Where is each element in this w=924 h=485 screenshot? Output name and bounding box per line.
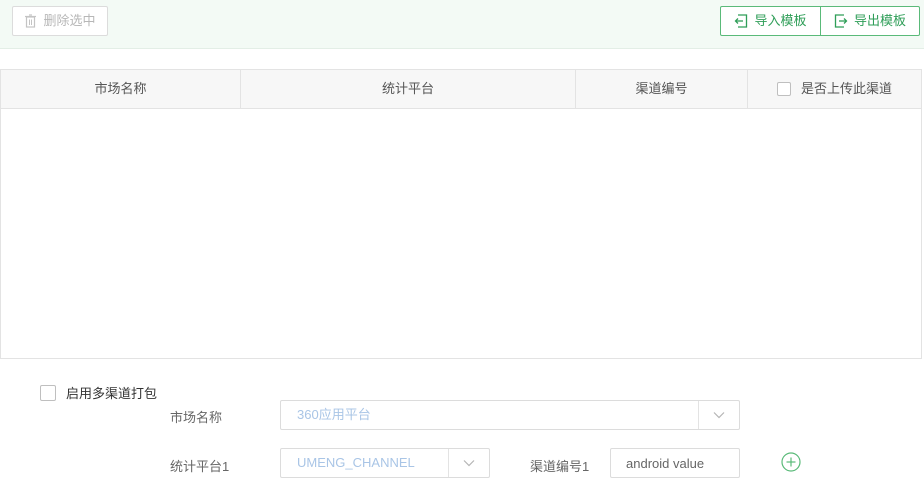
export-icon [834,14,848,28]
delete-selected-button[interactable]: 删除选中 [12,6,108,36]
enable-multichannel-label: 启用多渠道打包 [66,386,158,401]
column-header-market-name[interactable]: 市场名称 [1,70,241,108]
stats-platform-label: 统计平台1 [170,459,230,474]
enable-multichannel-row[interactable]: 启用多渠道打包 [40,383,157,402]
stats-platform-value: UMENG_CHANNEL [297,455,415,470]
chevron-down-icon[interactable] [448,449,489,477]
toolbar: 删除选中 导入模板 导出模板 [0,0,924,49]
export-template-button[interactable]: 导出模板 [820,6,920,36]
channel-number-label: 渠道编号1 [530,459,590,474]
column-header-stats-platform[interactable]: 统计平台 [241,70,576,108]
column-header-channel-number[interactable]: 渠道编号 [576,70,748,108]
import-template-label: 导入模板 [754,13,807,28]
column-header-upload-channel: 是否上传此渠道 [748,70,921,108]
add-circle-icon[interactable] [781,452,801,475]
market-name-select[interactable]: 360应用平台 [280,400,740,430]
column-header-upload-channel-label: 是否上传此渠道 [800,81,892,96]
import-template-button[interactable]: 导入模板 [720,6,821,36]
channel-number-input[interactable] [610,448,740,478]
market-name-label: 市场名称 [170,410,223,425]
import-icon [734,14,748,28]
export-template-label: 导出模板 [853,13,906,28]
trash-icon [24,14,37,28]
chevron-down-icon[interactable] [698,401,739,429]
enable-multichannel-checkbox[interactable] [40,384,56,401]
stats-platform-select[interactable]: UMENG_CHANNEL [280,448,490,478]
market-name-value: 360应用平台 [297,407,371,422]
channel-table: 市场名称 统计平台 渠道编号 是否上传此渠道 [0,69,922,359]
select-all-checkbox[interactable] [776,82,791,96]
delete-selected-label: 删除选中 [43,13,96,28]
table-header: 市场名称 统计平台 渠道编号 是否上传此渠道 [1,70,921,109]
